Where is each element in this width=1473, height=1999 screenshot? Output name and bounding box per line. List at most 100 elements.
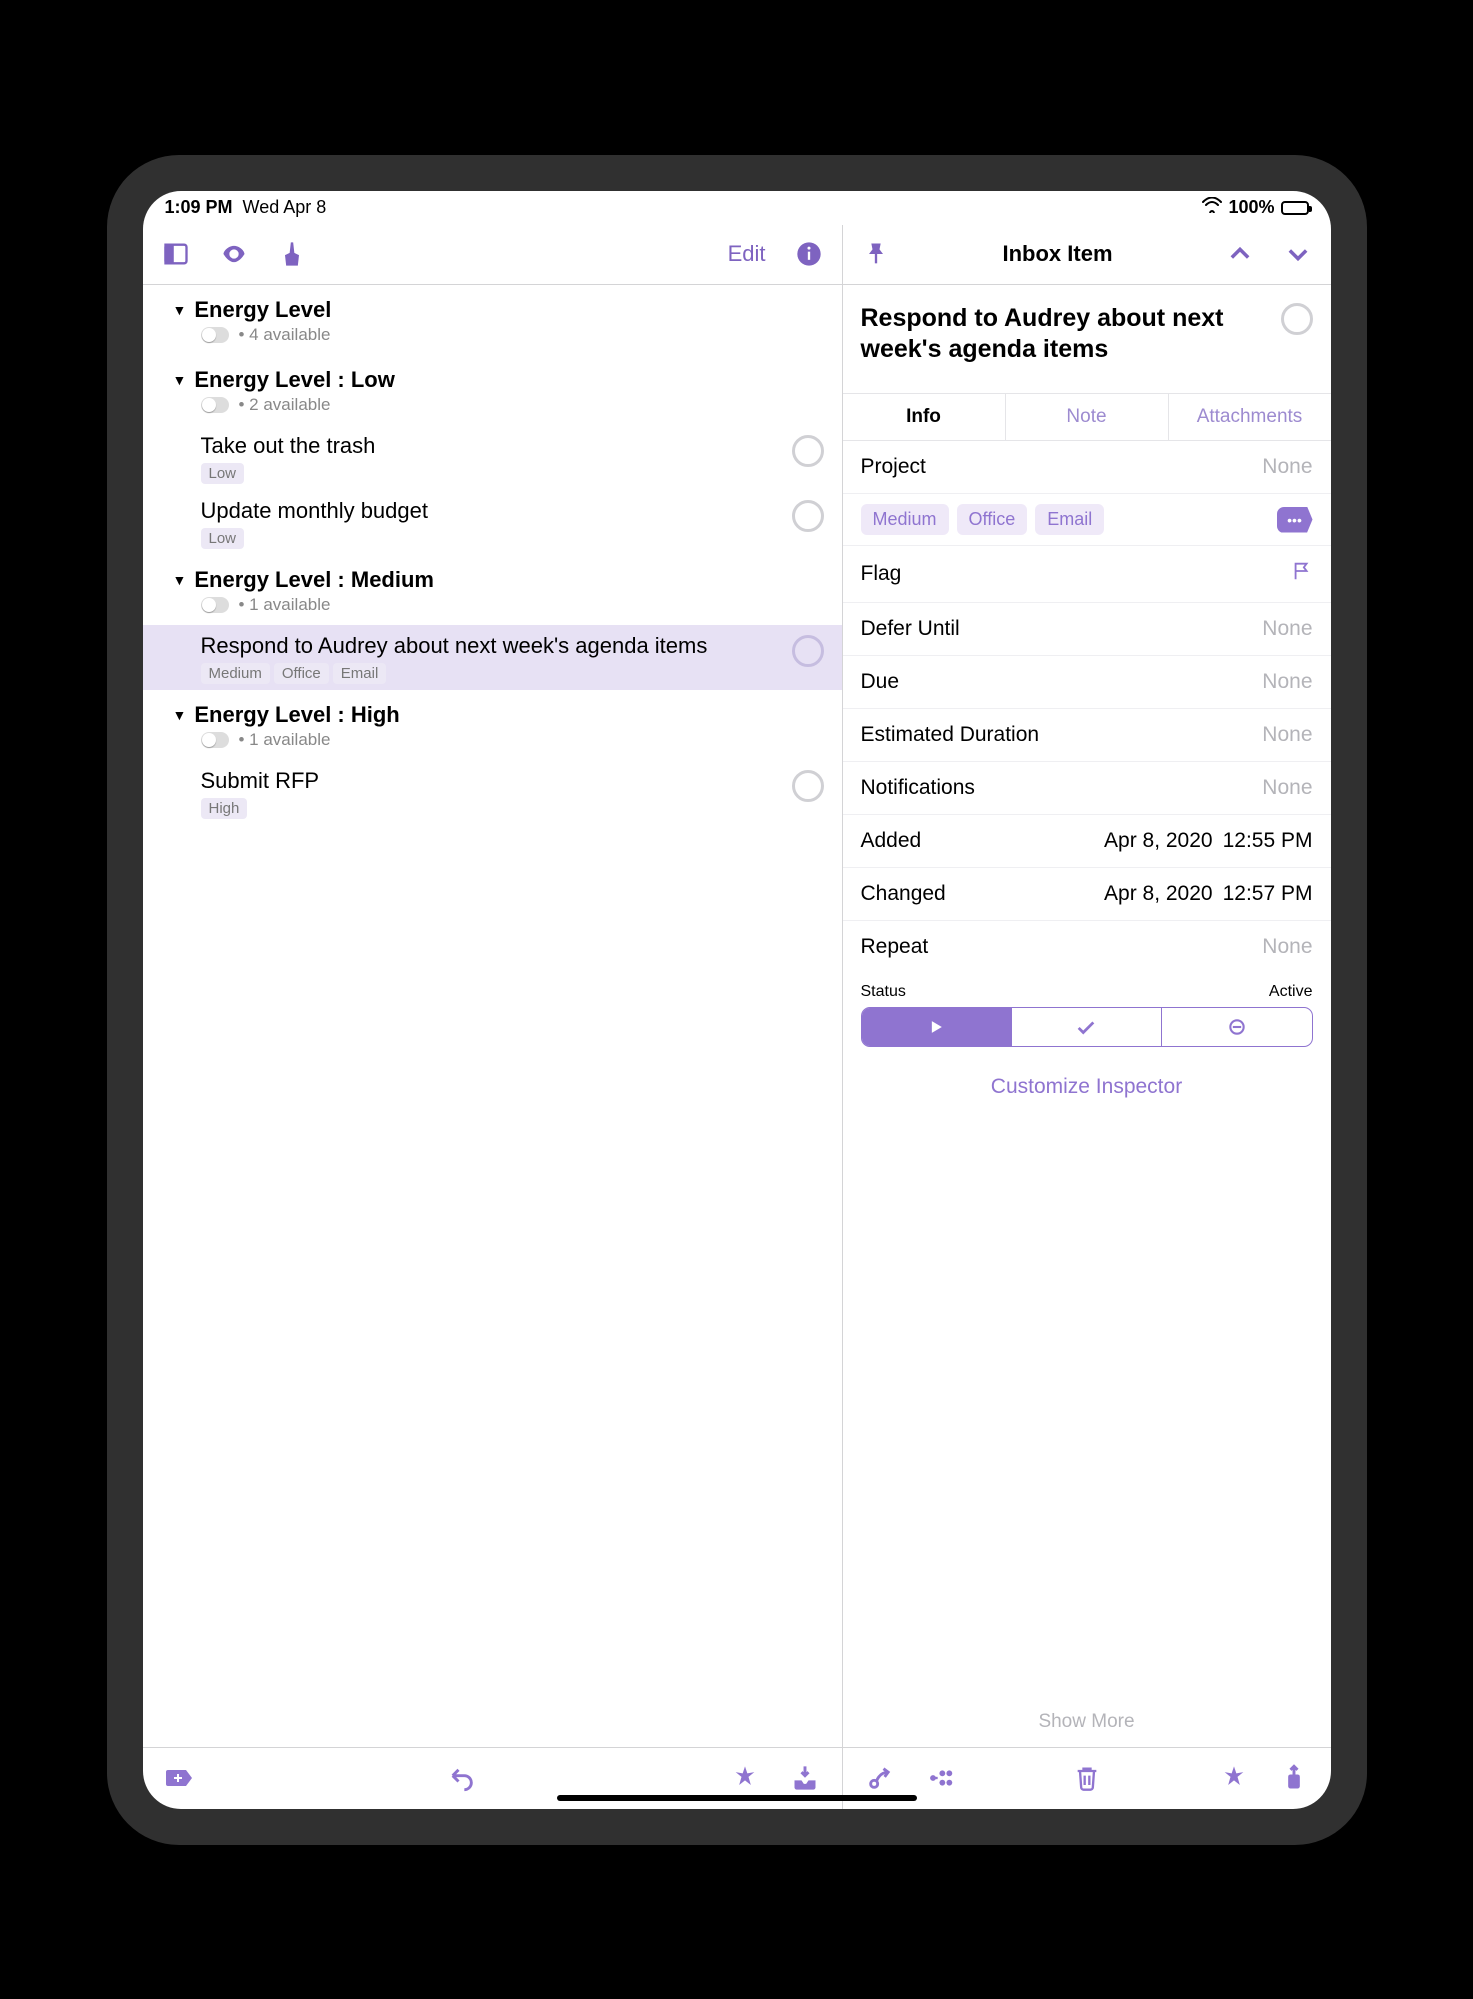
task-checkbox[interactable] <box>792 500 824 532</box>
row-added: Added Apr 8, 2020 12:55 PM <box>843 815 1331 868</box>
task-title: Submit RFP <box>201 768 784 794</box>
task-row[interactable]: Take out the trash Low <box>143 425 842 490</box>
status-active-button[interactable] <box>862 1008 1011 1046</box>
group-available: • 1 available <box>239 730 331 750</box>
group-subheader: • 1 available <box>143 595 842 625</box>
status-completed-button[interactable] <box>1011 1008 1161 1046</box>
convert-icon[interactable] <box>865 1763 895 1793</box>
row-flag[interactable]: Flag <box>843 546 1331 603</box>
task-title: Respond to Audrey about next week's agen… <box>201 633 784 659</box>
magic-icon[interactable] <box>1219 1763 1249 1793</box>
status-segmented <box>861 1007 1313 1047</box>
quick-entry-icon[interactable] <box>730 1763 760 1793</box>
group-toggle[interactable] <box>201 397 229 413</box>
home-indicator <box>557 1795 917 1801</box>
inspector-title: Inbox Item <box>1003 241 1113 267</box>
row-notifications[interactable]: Notifications None <box>843 762 1331 815</box>
sidebar-toggle-icon[interactable] <box>161 239 191 269</box>
device-frame: 1:09 PM Wed Apr 8 100% Edit <box>107 155 1367 1845</box>
flag-label: Flag <box>861 562 1291 586</box>
group-header[interactable]: ▼ Energy Level : Medium <box>143 555 842 595</box>
task-tag: Low <box>201 463 245 484</box>
row-status: Status Active <box>843 973 1331 1057</box>
task-tag: Office <box>274 663 329 684</box>
task-tag: Email <box>333 663 387 684</box>
group-available: • 2 available <box>239 395 331 415</box>
pin-icon[interactable] <box>861 239 891 269</box>
undo-icon[interactable] <box>447 1763 477 1793</box>
group-subheader: • 1 available <box>143 730 842 760</box>
customize-inspector-button[interactable]: Customize Inspector <box>843 1057 1331 1117</box>
next-item-icon[interactable] <box>1283 239 1313 269</box>
inspector-tag[interactable]: Medium <box>861 504 949 535</box>
inspector-item-title[interactable]: Respond to Audrey about next week's agen… <box>861 303 1271 366</box>
status-date: Wed Apr 8 <box>243 197 327 218</box>
view-icon[interactable] <box>219 239 249 269</box>
row-repeat[interactable]: Repeat None <box>843 921 1331 973</box>
info-icon[interactable] <box>794 239 824 269</box>
inspector-tabs: Info Note Attachments <box>843 393 1331 441</box>
task-title: Take out the trash <box>201 433 784 459</box>
disclosure-triangle-icon[interactable]: ▼ <box>173 572 187 588</box>
show-more-button[interactable]: Show More <box>843 1697 1331 1747</box>
tab-info[interactable]: Info <box>843 394 1005 440</box>
status-label: Status <box>861 983 906 1001</box>
task-tag: Medium <box>201 663 270 684</box>
complete-checkbox[interactable] <box>1281 303 1313 335</box>
more-tags-icon[interactable]: ••• <box>1277 507 1313 533</box>
group-toggle[interactable] <box>201 597 229 613</box>
row-project[interactable]: Project None <box>843 441 1331 494</box>
row-estimated[interactable]: Estimated Duration None <box>843 709 1331 762</box>
flag-icon <box>1291 560 1313 588</box>
group-toggle[interactable] <box>201 732 229 748</box>
disclosure-triangle-icon[interactable]: ▼ <box>173 302 187 318</box>
group-subheader: • 2 available <box>143 395 842 425</box>
group-subheader: • 4 available <box>143 325 842 355</box>
task-checkbox[interactable] <box>792 635 824 667</box>
inspector-tag[interactable]: Office <box>957 504 1028 535</box>
group-title: Energy Level <box>194 297 331 323</box>
task-checkbox[interactable] <box>792 770 824 802</box>
prev-item-icon[interactable] <box>1225 239 1255 269</box>
task-row[interactable]: Update monthly budget Low <box>143 490 842 555</box>
new-inbox-icon[interactable] <box>790 1763 820 1793</box>
group-title: Energy Level : High <box>194 702 399 728</box>
row-due[interactable]: Due None <box>843 656 1331 709</box>
task-title: Update monthly budget <box>201 498 784 524</box>
tab-attachments[interactable]: Attachments <box>1168 394 1331 440</box>
status-active-label: Active <box>1269 983 1313 1001</box>
task-row[interactable]: Respond to Audrey about next week's agen… <box>143 625 842 690</box>
edit-button[interactable]: Edit <box>728 241 766 267</box>
task-checkbox[interactable] <box>792 435 824 467</box>
inspector-pane: Respond to Audrey about next week's agen… <box>843 285 1331 1747</box>
group-header[interactable]: ▼ Energy Level : High <box>143 690 842 730</box>
group-toggle[interactable] <box>201 327 229 343</box>
group-available: • 1 available <box>239 595 331 615</box>
trash-icon[interactable] <box>1072 1763 1102 1793</box>
disclosure-triangle-icon[interactable]: ▼ <box>173 372 187 388</box>
new-tag-icon[interactable] <box>165 1763 195 1793</box>
row-changed: Changed Apr 8, 2020 12:57 PM <box>843 868 1331 921</box>
cleanup-icon[interactable] <box>277 239 307 269</box>
status-dropped-button[interactable] <box>1161 1008 1311 1046</box>
group-header[interactable]: ▼ Energy Level : Low <box>143 355 842 395</box>
project-value: None <box>1262 455 1312 479</box>
group-title: Energy Level : Medium <box>194 567 434 593</box>
task-tag: High <box>201 798 248 819</box>
inspector-tag[interactable]: Email <box>1035 504 1104 535</box>
screen: 1:09 PM Wed Apr 8 100% Edit <box>143 191 1331 1809</box>
task-tag: Low <box>201 528 245 549</box>
app-toolbar: Edit Inbox Item <box>143 225 1331 285</box>
row-defer[interactable]: Defer Until None <box>843 603 1331 656</box>
battery-percent: 100% <box>1228 197 1274 218</box>
wifi-icon <box>1202 197 1222 218</box>
group-title: Energy Level : Low <box>194 367 395 393</box>
tab-note[interactable]: Note <box>1005 394 1168 440</box>
disclosure-triangle-icon[interactable]: ▼ <box>173 707 187 723</box>
group-header[interactable]: ▼ Energy Level <box>143 285 842 325</box>
row-tags[interactable]: Medium OfficeEmail ••• <box>843 494 1331 546</box>
battery-icon <box>1281 201 1309 215</box>
task-row[interactable]: Submit RFP High <box>143 760 842 825</box>
move-icon[interactable] <box>925 1763 955 1793</box>
share-icon[interactable] <box>1279 1763 1309 1793</box>
